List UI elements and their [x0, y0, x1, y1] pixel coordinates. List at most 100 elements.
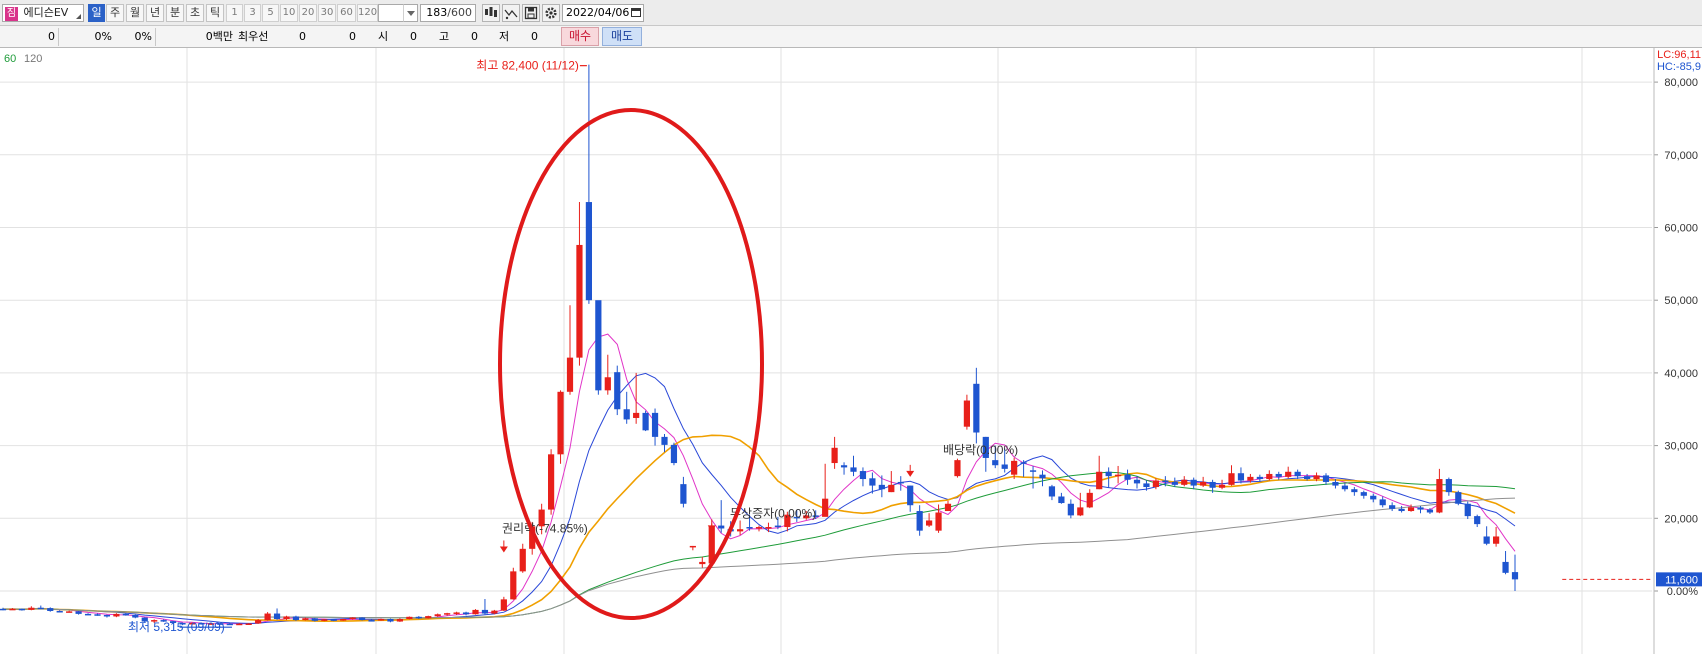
candle-body: [1511, 572, 1519, 580]
candle-body: [595, 300, 602, 391]
interval-button-120[interactable]: 120: [357, 4, 378, 22]
candle-body: [1200, 481, 1207, 486]
candle-body: [699, 561, 706, 565]
candle-body: [406, 616, 413, 619]
divider: [58, 28, 59, 46]
candle-body: [349, 617, 356, 620]
y-tick-label: 80,000: [1664, 77, 1698, 89]
interval-button-30[interactable]: 30: [318, 4, 336, 22]
chart-split-button[interactable]: [482, 4, 500, 22]
date-field[interactable]: 2022/04/06: [562, 4, 644, 22]
candle-body: [1067, 503, 1074, 516]
candle-body: [472, 609, 479, 615]
candle-body: [1370, 495, 1377, 500]
candle-body: [604, 377, 611, 391]
candle-body: [642, 412, 649, 431]
candle-body: [9, 608, 16, 611]
candle-body: [973, 383, 980, 433]
interval-button-1[interactable]: 1: [226, 4, 243, 22]
bonus-marker-label: 무상증자(0.00%): [730, 506, 816, 520]
candle-body: [1029, 470, 1037, 472]
interval-button-3[interactable]: 3: [244, 4, 261, 22]
period-tab-2[interactable]: 월: [126, 4, 144, 22]
candle-body: [1398, 508, 1405, 512]
candle-body: [1086, 492, 1093, 508]
lc-label: LC:96,11: [1657, 49, 1701, 61]
candle-body: [614, 372, 621, 410]
candle-body: [1407, 507, 1415, 512]
candle-body: [1332, 481, 1339, 486]
stock-selector[interactable]: 짐 에디슨EV: [2, 4, 84, 22]
interval-button-5[interactable]: 5: [262, 4, 279, 22]
candle-body: [481, 609, 489, 614]
y-tick-label: 60,000: [1664, 223, 1698, 235]
candle-body: [1048, 486, 1056, 497]
open-label: 시: [378, 30, 389, 43]
candle-body: [1096, 471, 1103, 490]
candle-body: [859, 471, 867, 480]
candle-body: [1483, 536, 1490, 544]
legend-ma60: 60: [4, 53, 16, 65]
candle-body: [916, 511, 923, 531]
candle-body: [273, 613, 281, 619]
interval-button-60[interactable]: 60: [337, 4, 356, 22]
price-value: 0: [48, 30, 55, 43]
candle-body: [1360, 492, 1367, 496]
calendar-icon: [631, 8, 641, 17]
candle-body: [75, 611, 82, 614]
candle-body: [737, 529, 744, 532]
sell-button[interactable]: 매도: [602, 27, 642, 46]
candle-body: [519, 548, 526, 572]
candle-body: [1152, 480, 1159, 488]
candle-body: [670, 444, 678, 464]
chevron-down-icon: [406, 11, 415, 16]
save-button[interactable]: [522, 4, 540, 22]
period-tab-0[interactable]: 일: [88, 4, 105, 22]
period-tab-6[interactable]: 틱: [206, 4, 224, 22]
rights-marker-label: 권리락(-74.85%): [502, 521, 588, 535]
interval-dropdown[interactable]: [403, 4, 418, 22]
candle-body: [302, 618, 309, 621]
settings-button[interactable]: [542, 4, 560, 22]
candle-body: [661, 436, 668, 445]
chart-background: [0, 48, 1702, 654]
candle-body: [1039, 474, 1046, 479]
candle-body: [576, 244, 583, 358]
interval-button-20[interactable]: 20: [299, 4, 317, 22]
candle-body: [368, 620, 375, 622]
candle-body: [822, 498, 829, 517]
candle-body: [869, 478, 876, 486]
candle-body: [396, 618, 403, 622]
period-tab-5[interactable]: 초: [186, 4, 204, 22]
candle-body: [340, 618, 347, 621]
stock-badge: 짐: [5, 7, 18, 21]
period-tab-1[interactable]: 주: [106, 4, 124, 22]
candle-body: [935, 512, 942, 531]
y-tick-label: 20,000: [1664, 513, 1698, 525]
candle-body: [1275, 473, 1282, 477]
period-tab-3[interactable]: 년: [146, 4, 164, 22]
candle-body: [548, 454, 555, 510]
candle-body: [1077, 507, 1084, 516]
candle-body: [255, 620, 262, 624]
candle-body: [453, 612, 460, 614]
trend-tool-button[interactable]: [502, 4, 520, 22]
candle-body: [283, 616, 290, 619]
interval-button-10[interactable]: 10: [280, 4, 298, 22]
candle-body: [359, 617, 366, 621]
candle-body: [718, 525, 725, 529]
candle-body: [94, 614, 101, 616]
low-label: 저: [499, 30, 510, 43]
period-tab-4[interactable]: 분: [166, 4, 184, 22]
candle-body: [321, 619, 328, 621]
high-value: 0: [471, 30, 478, 43]
candle-body: [888, 484, 895, 493]
candlestick-chart[interactable]: 60 120 최고 82,400 (11/12)최저 5,315 (09/09)권리…: [0, 48, 1702, 654]
count-field[interactable]: 183/600: [420, 4, 476, 22]
candle-body: [377, 618, 385, 621]
hc-label: HC:-85,9: [1657, 61, 1701, 73]
candle-body: [1237, 473, 1245, 481]
stock-name: 에디슨EV: [23, 6, 69, 19]
buy-button[interactable]: 매수: [561, 27, 599, 46]
candle-body: [425, 616, 432, 619]
